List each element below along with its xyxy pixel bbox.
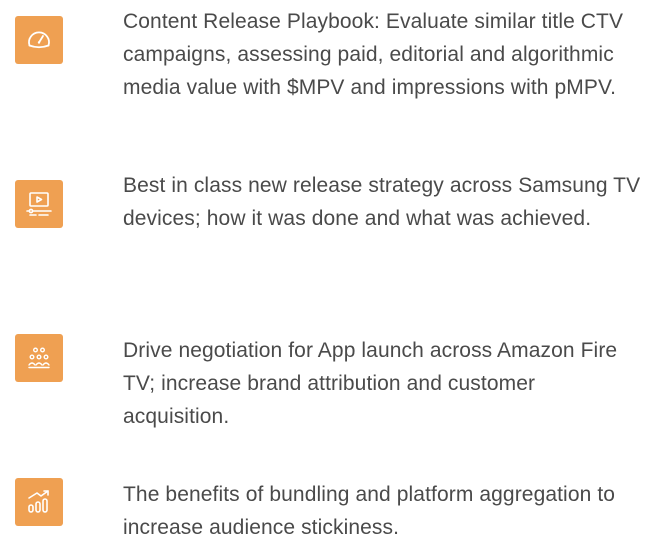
speedometer-icon (28, 31, 50, 49)
growth-chart-icon (28, 490, 49, 513)
audience-group-icon (28, 347, 50, 369)
video-player-icon (26, 192, 52, 216)
audience-group-icon-tile (15, 334, 63, 382)
feature-text: The benefits of bundling and platform ag… (123, 483, 616, 539)
video-player-icon-tile (15, 180, 63, 228)
feature-text: Drive negotiation for App launch across … (123, 339, 618, 428)
speedometer-icon-tile (15, 16, 63, 64)
growth-chart-icon-tile (15, 478, 63, 526)
feature-list: Content Release Playbook: Evaluate simil… (0, 0, 647, 545)
feature-text: Content Release Playbook: Evaluate simil… (123, 10, 624, 99)
feature-text: Best in class new release strategy acros… (123, 174, 641, 230)
